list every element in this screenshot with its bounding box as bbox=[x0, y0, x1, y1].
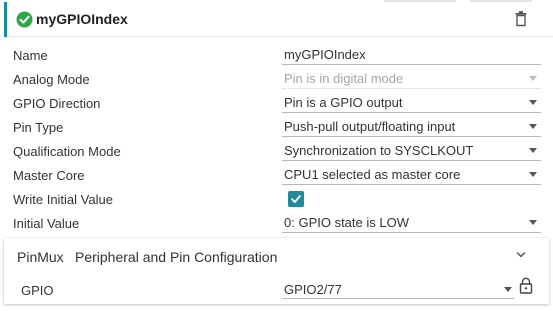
lock-icon[interactable] bbox=[519, 277, 533, 294]
check-circle-icon bbox=[16, 11, 33, 28]
pin-type-select[interactable]: Push-pull output/floating input bbox=[282, 116, 541, 137]
pin-type-label: Pin Type bbox=[13, 120, 64, 135]
initial-value-select[interactable]: 0: GPIO state is LOW bbox=[282, 212, 541, 233]
name-input[interactable]: myGPIOIndex bbox=[282, 44, 541, 65]
write-initial-value-checkbox[interactable] bbox=[288, 191, 304, 207]
dropdown-arrow-icon bbox=[529, 148, 537, 153]
trash-icon[interactable] bbox=[512, 10, 530, 28]
dropdown-arrow-icon bbox=[529, 76, 537, 81]
pin-type-value: Push-pull output/floating input bbox=[284, 119, 456, 134]
qualification-mode-value: Synchronization to SYSCLKOUT bbox=[284, 143, 474, 158]
dropdown-arrow-icon bbox=[529, 100, 537, 105]
chevron-down-icon[interactable] bbox=[516, 250, 526, 260]
config-header: myGPIOIndex bbox=[4, 2, 553, 37]
write-initial-value-label: Write Initial Value bbox=[13, 192, 113, 207]
master-core-select[interactable]: CPU1 selected as master core bbox=[282, 164, 541, 185]
name-value: myGPIOIndex bbox=[284, 47, 366, 62]
dropdown-arrow-icon bbox=[529, 172, 537, 177]
master-core-value: CPU1 selected as master core bbox=[284, 167, 461, 182]
pin-type-row: Pin Type Push-pull output/floating input bbox=[0, 115, 553, 139]
initial-value-value: 0: GPIO state is LOW bbox=[284, 215, 409, 230]
pinmux-panel: PinMux Peripheral and Pin Configuration … bbox=[4, 238, 549, 304]
analog-mode-label: Analog Mode bbox=[13, 72, 90, 87]
gpio-direction-select[interactable]: Pin is a GPIO output bbox=[282, 92, 541, 113]
analog-mode-value: Pin is in digital mode bbox=[284, 71, 404, 86]
gpio-value: GPIO2/77 bbox=[284, 282, 342, 297]
gpio-direction-row: GPIO Direction Pin is a GPIO output bbox=[0, 91, 553, 115]
dropdown-arrow-icon bbox=[504, 287, 512, 292]
qualification-mode-row: Qualification Mode Synchronization to SY… bbox=[0, 139, 553, 163]
write-initial-value-row: Write Initial Value bbox=[0, 187, 553, 211]
pinmux-title: PinMux bbox=[17, 249, 64, 265]
qualification-mode-label: Qualification Mode bbox=[13, 144, 121, 159]
gpio-direction-label: GPIO Direction bbox=[13, 96, 101, 111]
analog-mode-select: Pin is in digital mode bbox=[282, 68, 541, 89]
gpio-label: GPIO bbox=[21, 283, 54, 298]
gpio-select[interactable]: GPIO2/77 bbox=[282, 278, 514, 299]
dropdown-arrow-icon bbox=[529, 220, 537, 225]
dropdown-arrow-icon bbox=[529, 124, 537, 129]
page-title: myGPIOIndex bbox=[36, 11, 128, 27]
checkmark-icon bbox=[291, 195, 301, 203]
master-core-row: Master Core CPU1 selected as master core bbox=[0, 163, 553, 187]
pinmux-subtitle: Peripheral and Pin Configuration bbox=[75, 249, 278, 265]
analog-mode-row: Analog Mode Pin is in digital mode bbox=[0, 67, 553, 91]
initial-value-row: Initial Value 0: GPIO state is LOW bbox=[0, 211, 553, 235]
qualification-mode-select[interactable]: Synchronization to SYSCLKOUT bbox=[282, 140, 541, 161]
name-label: Name bbox=[13, 48, 48, 63]
initial-value-label: Initial Value bbox=[13, 216, 80, 231]
name-row: Name myGPIOIndex bbox=[0, 43, 553, 67]
master-core-label: Master Core bbox=[13, 168, 85, 183]
header-accent-bar bbox=[4, 2, 7, 37]
gpio-direction-value: Pin is a GPIO output bbox=[284, 95, 403, 110]
